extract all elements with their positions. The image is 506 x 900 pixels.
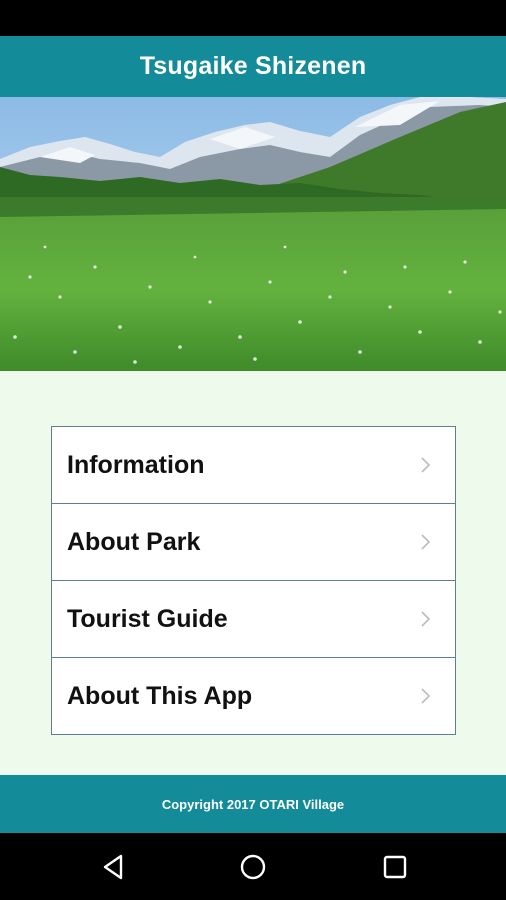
main-menu: Information About Park Tourist Guide Abo…: [51, 426, 456, 735]
hero-image: [0, 97, 506, 371]
app-bar: Tsugaike Shizenen: [0, 36, 506, 97]
chevron-right-icon: [421, 611, 431, 627]
footer: Copyright 2017 OTARI Village: [0, 775, 506, 833]
menu-item-about-this-app[interactable]: About This App: [52, 658, 455, 734]
menu-item-label: Information: [67, 450, 205, 479]
chevron-right-icon: [421, 688, 431, 704]
mountain-meadow-illustration: [0, 97, 506, 371]
menu-item-information[interactable]: Information: [52, 427, 455, 504]
copyright-text: Copyright 2017 OTARI Village: [161, 796, 345, 812]
menu-item-label: About Park: [67, 527, 201, 556]
menu-item-label: About This App: [67, 681, 253, 710]
system-navigation-bar: [0, 833, 506, 900]
chevron-right-icon: [421, 457, 431, 473]
menu-item-tourist-guide[interactable]: Tourist Guide: [52, 581, 455, 658]
app-title: Tsugaike Shizenen: [139, 52, 367, 80]
status-bar: [0, 0, 506, 36]
recents-square-icon[interactable]: [381, 853, 409, 881]
back-triangle-icon[interactable]: [99, 853, 127, 881]
chevron-right-icon: [421, 534, 431, 550]
main-content: Information About Park Tourist Guide Abo…: [0, 371, 506, 775]
menu-item-about-park[interactable]: About Park: [52, 504, 455, 581]
menu-item-label: Tourist Guide: [67, 604, 228, 633]
home-circle-icon[interactable]: [239, 853, 267, 881]
